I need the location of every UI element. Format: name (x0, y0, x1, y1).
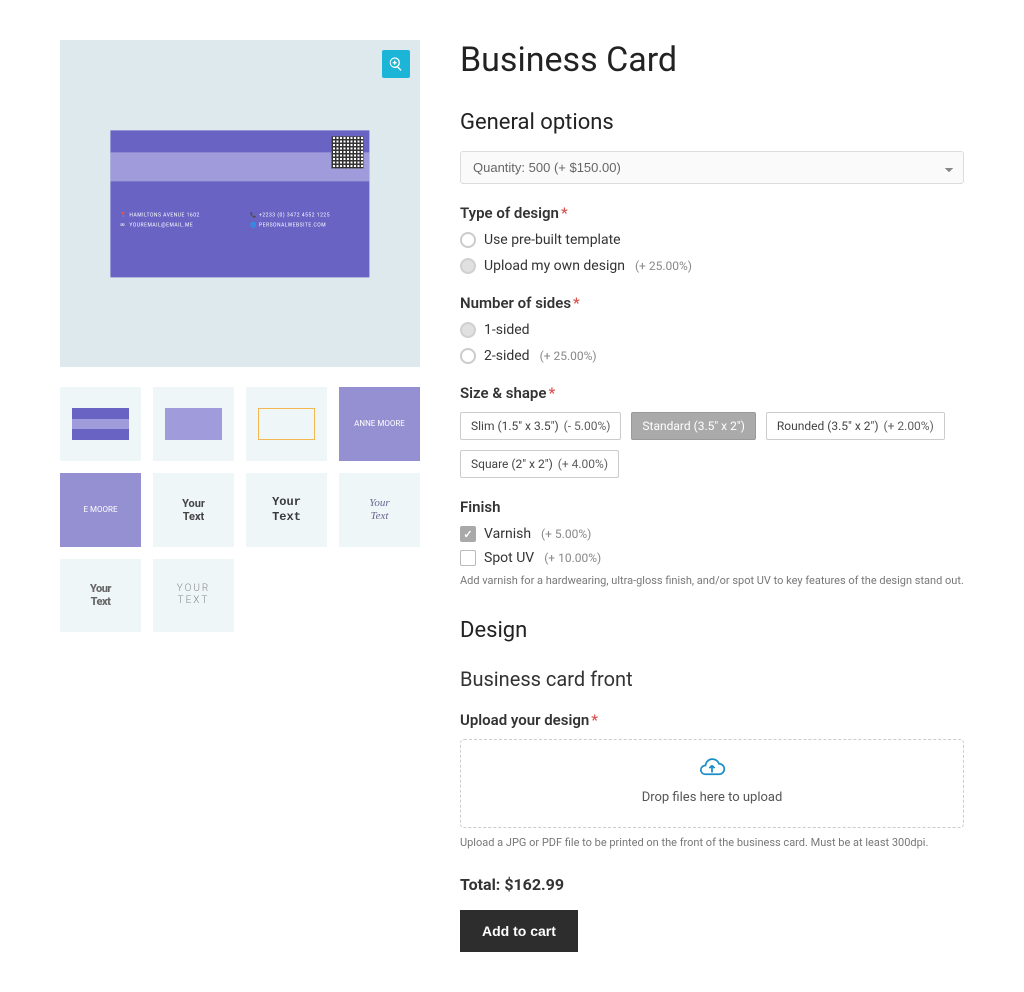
check-varnish[interactable]: Varnish (+ 5.00%) (460, 526, 964, 542)
label-upload: Upload your design* (460, 711, 964, 729)
thumbnail[interactable] (246, 387, 327, 461)
business-card-preview: 📍 HAMILTONS AVENUE 1602 ✉ YOUREMAIL@EMAIL.… (110, 130, 369, 277)
radio-upload-own[interactable]: Upload my own design (+ 25.00%) (460, 258, 964, 274)
pin-icon: 📍 (120, 213, 125, 218)
finish-help: Add varnish for a hardwearing, ultra-glo… (460, 574, 964, 588)
thumbnail[interactable]: YourText (339, 473, 420, 547)
size-square[interactable]: Square (2" x 2") (+ 4.00%) (460, 450, 619, 478)
card-website: PERSONALWEBSITE.COM (259, 222, 326, 228)
thumbnail[interactable]: YourText (246, 473, 327, 547)
label-sides: Number of sides* (460, 294, 964, 312)
total-price: Total: $162.99 (460, 875, 964, 894)
thumbnail[interactable]: YourText (153, 473, 234, 547)
upload-help: Upload a JPG or PDF file to be printed o… (460, 836, 964, 850)
card-address: HAMILTONS AVENUE 1602 (129, 212, 199, 218)
section-design: Design (460, 618, 964, 643)
cloud-upload-icon (698, 758, 726, 780)
size-slim[interactable]: Slim (1.5" x 3.5") (- 5.00%) (460, 412, 621, 440)
label-size: Size & shape* (460, 384, 964, 402)
thumbnail[interactable]: ANNE MOORE (339, 387, 420, 461)
size-rounded[interactable]: Rounded (3.5" x 2") (+ 2.00%) (766, 412, 945, 440)
zoom-button[interactable] (382, 50, 410, 78)
thumbnail[interactable]: YourText (60, 559, 141, 633)
qr-code-icon (332, 136, 364, 168)
mail-icon: ✉ (120, 223, 125, 228)
page-title: Business Card (460, 40, 964, 80)
radio-prebuilt-template[interactable]: Use pre-built template (460, 232, 964, 248)
add-to-cart-button[interactable]: Add to cart (460, 910, 578, 952)
quantity-select[interactable]: Quantity: 500 (+ $150.00) (460, 151, 964, 184)
label-type-of-design: Type of design* (460, 204, 964, 222)
dropzone-text: Drop files here to upload (461, 790, 963, 805)
section-general: General options (460, 110, 964, 135)
radio-2-sided[interactable]: 2-sided (+ 25.00%) (460, 348, 964, 364)
card-phone: +2233 (0) 3472 4552 1225 (259, 212, 330, 218)
section-front: Business card front (460, 667, 964, 691)
globe-icon: 🌐 (250, 223, 255, 228)
check-spot-uv[interactable]: Spot UV (+ 10.00%) (460, 550, 964, 566)
thumbnail[interactable]: E MOORE (60, 473, 141, 547)
thumbnail-grid: ANNE MOORE E MOORE YourText YourText You… (60, 387, 420, 632)
thumbnail[interactable] (153, 387, 234, 461)
thumbnail[interactable] (60, 387, 141, 461)
upload-dropzone[interactable]: Drop files here to upload (460, 739, 964, 828)
phone-icon: 📞 (250, 213, 255, 218)
product-main-image: 📍 HAMILTONS AVENUE 1602 ✉ YOUREMAIL@EMAIL.… (60, 40, 420, 367)
thumbnail[interactable]: YOURTEXT (153, 559, 234, 633)
magnify-icon (388, 56, 404, 72)
radio-1-sided[interactable]: 1-sided (460, 322, 964, 338)
size-standard[interactable]: Standard (3.5" x 2") (631, 412, 755, 440)
card-email: YOUREMAIL@EMAIL.ME (129, 222, 193, 228)
label-finish: Finish (460, 498, 964, 516)
